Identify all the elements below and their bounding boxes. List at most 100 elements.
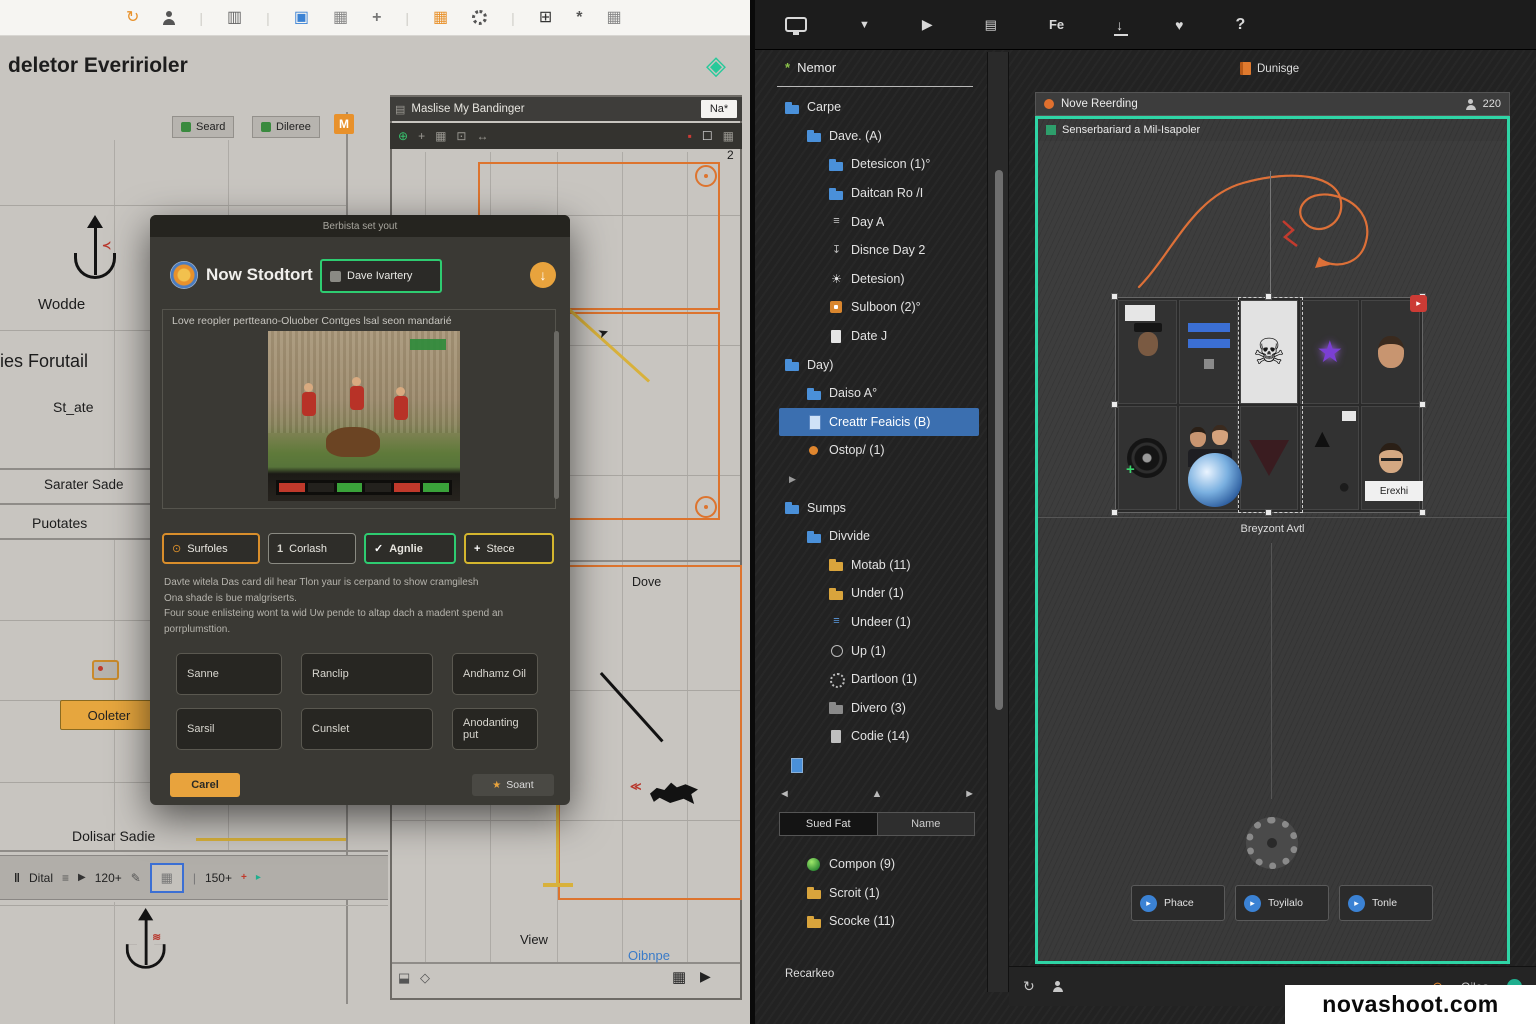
user-icon[interactable]	[163, 11, 175, 25]
cube-icon[interactable]: ⬓	[398, 970, 410, 986]
rotate-icon[interactable]: ↻	[1023, 978, 1035, 995]
diamond-icon[interactable]: ◇	[420, 970, 430, 986]
gear-dial-icon[interactable]	[1246, 817, 1298, 869]
tab-dileree[interactable]: Dileree	[252, 116, 320, 138]
erexhi-chip[interactable]: Erexhi	[1365, 481, 1423, 501]
grid-icon[interactable]: ▦	[333, 10, 348, 26]
tree-item[interactable]: Sumps	[779, 493, 979, 522]
sprite-cell-hat-face[interactable]	[1118, 300, 1177, 404]
option-button[interactable]: Andhamz Oil	[452, 653, 538, 695]
flag-icon[interactable]: ▶	[700, 968, 711, 985]
sprite-cell-purple-burst[interactable]: ★	[1300, 300, 1359, 404]
ooleter-button[interactable]: Ooleter	[60, 700, 158, 730]
grid-icon[interactable]: ▦	[672, 968, 686, 986]
option-button[interactable]: Ranclip	[301, 653, 433, 695]
option-button[interactable]: Sanne	[176, 653, 282, 695]
rotate-handle[interactable]	[695, 165, 717, 187]
selected-frame-cell[interactable]: ▦	[150, 863, 184, 893]
play-icon[interactable]: ▶	[922, 16, 933, 33]
tree-item[interactable]: Divvide	[779, 522, 979, 551]
nav-up-icon[interactable]: ▲	[872, 788, 883, 800]
tree-item[interactable]: Daiso A°	[779, 379, 979, 408]
sprite-editor-canvas[interactable]: Senserbariard a Mil-Isapoler	[1035, 116, 1510, 964]
help-icon[interactable]: ?	[1235, 16, 1245, 34]
export-diamond-icon[interactable]: ◈	[706, 50, 726, 81]
fe-tool-label[interactable]: Fe	[1049, 17, 1064, 32]
download-icon[interactable]: ↓	[1116, 17, 1123, 33]
nav-left-icon[interactable]: ◄	[779, 788, 790, 800]
spark-icon[interactable]: *	[576, 10, 582, 26]
pause-icon[interactable]: ‖	[14, 871, 20, 885]
rotate-handle[interactable]	[695, 496, 717, 518]
close-red-button[interactable]: ▸	[1410, 295, 1427, 312]
nav-right-icon[interactable]: ►	[964, 788, 975, 800]
dialog-titlebar[interactable]: Berbista set yout	[150, 215, 570, 237]
tree-item[interactable]: Codie (14)	[779, 722, 979, 751]
tree-item[interactable]: Detesion)	[779, 265, 979, 294]
lone-asset-icon[interactable]	[791, 758, 803, 773]
tab-name[interactable]: Name	[878, 812, 976, 836]
tree-item[interactable]: Undeer (1)	[779, 608, 979, 637]
panel-splitter[interactable]	[987, 52, 1009, 992]
canvas-action-button[interactable]: ▸ Toyilalo	[1235, 885, 1329, 921]
heart-icon[interactable]: ♥	[1175, 17, 1183, 33]
tree-item[interactable]: Ostop/ (1)	[779, 436, 979, 465]
tree-item[interactable]: Day)	[779, 350, 979, 379]
tree-item[interactable]: Dave. (A)	[779, 122, 979, 151]
person-icon[interactable]	[1053, 981, 1063, 992]
sprite-cell-vinyl[interactable]	[1118, 406, 1177, 510]
tree-item[interactable]: Day A	[779, 207, 979, 236]
chevron-down-icon[interactable]: ▼	[859, 19, 870, 31]
tree-item[interactable]: Compon (9)	[779, 850, 975, 879]
layers-icon[interactable]: ▤	[985, 17, 997, 33]
surfoles-button[interactable]: ⊙ Surfoles	[162, 533, 260, 564]
box-icon[interactable]: ⊡	[456, 129, 466, 143]
add-icon[interactable]: +	[372, 10, 381, 26]
download-circle-icon[interactable]: ↓	[530, 262, 556, 288]
sprite-cell-blue-bars[interactable]	[1179, 300, 1238, 404]
selection-rect[interactable]	[558, 565, 742, 900]
tree-item[interactable]: Disnce Day 2	[779, 236, 979, 265]
gear-icon[interactable]	[472, 10, 487, 25]
edit-icon[interactable]: ✎	[131, 871, 141, 885]
badge-m[interactable]: M	[334, 114, 354, 134]
tree-item[interactable]: Date J	[779, 322, 979, 351]
tree-item[interactable]: Detesicon (1)°	[779, 150, 979, 179]
tab-dunisge[interactable]: Dunisge	[1240, 62, 1299, 75]
cancel-button[interactable]: Carel	[170, 773, 240, 797]
tree-item[interactable]: Creattr Feaicis (B)	[779, 408, 979, 437]
tab-seard[interactable]: Seard	[172, 116, 234, 138]
panel2-chip[interactable]: Na*	[701, 100, 737, 118]
tree-item[interactable]: Dartloon (1)	[779, 665, 979, 694]
tree-item[interactable]: Divero (3)	[779, 693, 979, 722]
tree-item[interactable]: Under (1)	[779, 579, 979, 608]
corlash-button[interactable]: 1 Corlash	[268, 533, 356, 564]
tree-item[interactable]: Motab (11)	[779, 551, 979, 580]
checkbox-icon[interactable]: ☐	[702, 129, 713, 143]
sprite-cell-shapes[interactable]: ▲ ●	[1300, 406, 1359, 510]
sync-icon[interactable]: ↻	[126, 10, 139, 26]
tree-item[interactable]: Sulboon (2)°	[779, 293, 979, 322]
tree-item[interactable]: Scocke (11)	[779, 907, 975, 936]
apps-icon[interactable]: ▦	[433, 10, 448, 26]
green-plus-icon[interactable]: +	[1126, 461, 1135, 478]
option-button[interactable]: Sarsil	[176, 708, 282, 750]
tree-item[interactable]: Daitcan Ro /I	[779, 179, 979, 208]
canvas-action-button[interactable]: ▸ Phace	[1131, 885, 1225, 921]
monitor-icon[interactable]	[785, 17, 807, 32]
dialog-scrollbar[interactable]	[554, 331, 559, 499]
option-button[interactable]: Anodanting put	[452, 708, 538, 750]
submit-button[interactable]: ★ Soant	[472, 774, 554, 796]
crosshair-icon[interactable]: +	[418, 129, 425, 143]
stece-button[interactable]: + Stece	[464, 533, 554, 564]
tree-item[interactable]: Scroit (1)	[779, 879, 975, 908]
play-arrow-icon[interactable]: ▶	[78, 872, 86, 883]
move-icon[interactable]: ↔	[476, 129, 488, 143]
grid-icon[interactable]: ▦	[435, 129, 446, 143]
dave-ivartery-button[interactable]: Dave Ivartery	[320, 259, 442, 293]
tab-sued-fat[interactable]: Sued Fat	[779, 812, 878, 836]
option-button[interactable]: Cunslet	[301, 708, 433, 750]
table-icon[interactable]: ▦	[606, 10, 621, 26]
sprite-cell-face[interactable]	[1361, 300, 1420, 404]
tree-item[interactable]	[779, 465, 979, 494]
